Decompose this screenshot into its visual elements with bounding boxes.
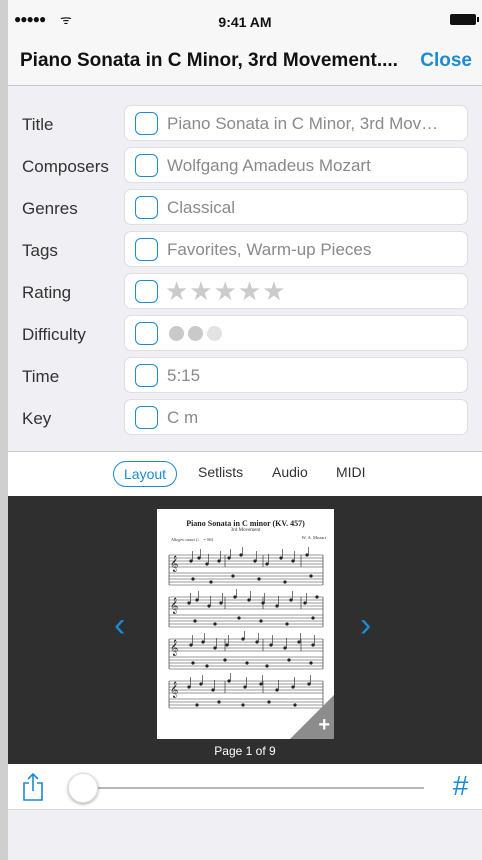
time-label: Time [22,367,60,386]
rating-label: Rating [22,283,72,302]
add-page-button[interactable]: + [318,714,330,737]
key-value: C m [167,408,199,427]
composers-field[interactable]: Wolfgang Amadeus Mozart [124,147,468,183]
key-checkbox[interactable] [135,406,158,429]
row-composers: Composers Wolfgang Amadeus Mozart [8,145,482,187]
svg-text:𝄞: 𝄞 [170,640,178,656]
difficulty-dot[interactable] [169,326,184,341]
close-button[interactable]: Close [420,50,472,72]
genres-checkbox[interactable] [135,196,158,219]
difficulty-dots[interactable] [169,326,226,346]
row-title: Title Piano Sonata in C Minor, 3rd Mov… [8,103,482,145]
metadata-form: Title Piano Sonata in C Minor, 3rd Mov… … [8,86,482,452]
nav-bar: Piano Sonata in C Minor, 3rd Movement...… [8,40,482,86]
svg-text:𝄞: 𝄞 [170,556,178,572]
genres-field[interactable]: Classical [124,189,468,225]
rating-field[interactable]: ★★★★★ [124,273,468,309]
row-key: Key C m [8,397,482,439]
title-label: Title [22,115,54,134]
bottom-toolbar: # [8,764,482,810]
tab-midi[interactable]: MIDI [336,464,366,480]
rating-checkbox[interactable] [135,280,158,303]
key-field[interactable]: C m [124,399,468,435]
composers-value: Wolfgang Amadeus Mozart [167,156,371,175]
tags-checkbox[interactable] [135,238,158,261]
key-label: Key [22,409,52,428]
title-value: Piano Sonata in C Minor, 3rd Mov… [167,114,439,133]
genres-value: Classical [167,198,236,217]
genres-label: Genres [22,199,78,218]
chevron-left-icon[interactable]: ‹ [114,606,125,645]
score-title: Piano Sonata in C minor (KV. 457) [186,519,305,528]
title-field[interactable]: Piano Sonata in C Minor, 3rd Mov… [124,105,468,141]
title-checkbox[interactable] [135,112,158,135]
segmented-tabs: Layout Setlists Audio MIDI [8,452,482,496]
composers-label: Composers [22,157,109,176]
page-slider-track[interactable] [82,787,424,789]
tab-layout[interactable]: Layout [113,461,178,487]
hash-icon[interactable]: # [452,770,468,802]
score-composer: W. A. Mozart [301,535,326,540]
difficulty-label: Difficulty [22,325,86,344]
row-time: Time 5:15 [8,355,482,397]
score-viewer: ‹ › Piano Sonata in C minor (KV. 457) 3r… [8,496,482,764]
time-value: 5:15 [167,366,201,385]
row-difficulty: Difficulty [8,313,482,355]
difficulty-field[interactable] [124,315,468,351]
chevron-right-icon[interactable]: › [360,606,371,645]
tags-label: Tags [22,241,58,260]
status-bar: ●●●●● ᯤ 9:41 AM [8,0,482,40]
share-icon[interactable] [20,772,46,807]
app-frame: ●●●●● ᯤ 9:41 AM Piano Sonata in C Minor,… [8,0,482,860]
time-field[interactable]: 5:15 [124,357,468,393]
svg-text:𝄞: 𝄞 [170,598,178,614]
sheet-music-image: 𝄞 𝄞 𝄞 𝄞 [168,547,324,709]
difficulty-dot[interactable] [188,326,203,341]
tab-audio[interactable]: Audio [272,464,308,480]
row-rating: Rating ★★★★★ [8,271,482,313]
tags-value: Favorites, Warm-up Pieces [167,240,372,259]
svg-text:𝄞: 𝄞 [170,682,178,698]
row-tags: Tags Favorites, Warm-up Pieces [8,229,482,271]
difficulty-dot[interactable] [207,326,222,341]
composers-checkbox[interactable] [135,154,158,177]
rating-stars[interactable]: ★★★★★ [165,277,287,305]
page-slider-thumb[interactable] [68,773,98,803]
tab-setlists[interactable]: Setlists [198,464,243,480]
time-checkbox[interactable] [135,364,158,387]
footer-area [8,810,482,860]
tags-field[interactable]: Favorites, Warm-up Pieces [124,231,468,267]
difficulty-checkbox[interactable] [135,322,158,345]
battery-icon [450,14,479,25]
status-time: 9:41 AM [218,14,272,30]
page-indicator: Page 1 of 9 [214,744,276,758]
page-title: Piano Sonata in C Minor, 3rd Movement...… [20,50,398,71]
score-subtitle: 3rd Movement [230,528,261,533]
score-page-thumbnail[interactable]: Piano Sonata in C minor (KV. 457) 3rd Mo… [157,509,334,739]
row-genres: Genres Classical [8,187,482,229]
